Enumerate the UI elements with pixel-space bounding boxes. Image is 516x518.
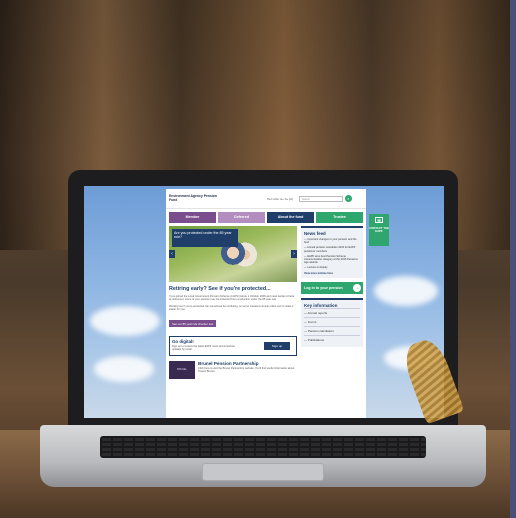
retire-paragraph: If you joined the Local Government Pensi… <box>169 295 295 302</box>
news-item[interactable]: — Important changes to your pension and … <box>304 238 360 244</box>
brunel-logo[interactable]: BRUNEL <box>169 360 196 379</box>
text-size-control[interactable]: Text size: A+ A+ [A] <box>267 197 293 201</box>
hero-carousel[interactable]: Are you protected under the 85 year rule… <box>169 226 297 282</box>
key-info-item[interactable]: — Publications <box>304 334 360 344</box>
cloud <box>94 356 154 382</box>
keyboard <box>100 436 426 458</box>
key-info-item[interactable]: — Forms <box>304 316 360 326</box>
laptop-photo: Environment Agency Pension Fund Text siz… <box>0 0 516 518</box>
site-logo[interactable]: Environment Agency Pension Fund <box>169 194 225 203</box>
main-column: Are you protected under the 85 year rule… <box>169 226 297 379</box>
sign-up-button[interactable]: Sign up <box>264 341 290 350</box>
brunel-text[interactable]: Click here to visit the Brunel Partnersh… <box>198 367 297 373</box>
go-digital-text: Sign up to receive the latest EAPF news … <box>172 344 235 351</box>
contact-tab[interactable]: ✉ CONTACT THE EAPF <box>369 214 389 246</box>
key-info-item[interactable]: — Annual reports <box>304 307 360 317</box>
carousel-next-icon[interactable]: › <box>291 250 297 258</box>
more-articles-link[interactable]: View more articles here <box>304 272 360 275</box>
contact-label: CONTACT THE EAPF <box>369 226 389 234</box>
sidebar: News feed — Important changes to your pe… <box>301 226 363 379</box>
carousel-prev-icon[interactable]: ‹ <box>169 250 175 258</box>
trackpad <box>202 463 324 481</box>
cloud <box>374 276 438 306</box>
retire-heading: Retiring early? See if you're protected.… <box>169 286 271 292</box>
content-columns: Are you protected under the 85 year rule… <box>166 226 366 379</box>
main-nav: Member Deferred About the fund Trustee <box>166 209 366 226</box>
news-feed: News feed — Important changes to your pe… <box>301 226 363 278</box>
envelope-icon: ✉ <box>375 217 383 223</box>
retire-paragraph-2: Working out if you're protected can some… <box>169 304 294 312</box>
go-digital-box: Go digital! Sign up to receive the lates… <box>169 335 297 356</box>
couple-photo <box>217 242 257 278</box>
login-button[interactable]: Log in to your pension → <box>301 281 363 294</box>
nav-about-the-fund[interactable]: About the fund <box>267 212 314 223</box>
key-information: Key information — Annual reports — Forms… <box>301 297 363 347</box>
arrow-right-icon: → <box>353 283 361 292</box>
website-page: Environment Agency Pension Fund Text siz… <box>166 189 366 418</box>
brunel-section: BRUNEL Brunel Pension Partnership Click … <box>169 360 297 379</box>
nav-trustee[interactable]: Trustee <box>316 212 363 223</box>
right-edge-strip <box>510 0 516 518</box>
key-info-item[interactable]: — Pension calculators <box>304 325 360 335</box>
brunel-title: Brunel Pension Partnership <box>198 360 259 366</box>
nav-deferred[interactable]: Deferred <box>218 212 265 223</box>
news-item[interactable]: — Annual pension newsletter 2016 for EAP… <box>304 246 360 252</box>
news-item[interactable]: — Lecture on Equity <box>304 266 360 269</box>
search-icon[interactable]: ⌕ <box>344 195 352 202</box>
search-input[interactable]: Search <box>298 195 343 202</box>
login-label: Log in to your pension <box>304 285 343 290</box>
nav-member[interactable]: Member <box>169 212 216 223</box>
news-feed-title: News feed <box>304 231 326 236</box>
hero-title[interactable]: Are you protected under the 85 year rule… <box>172 229 238 247</box>
site-header: Environment Agency Pension Fund Text siz… <box>166 189 366 209</box>
cloud <box>90 306 160 336</box>
news-item[interactable]: — EAPF wins best Pension Scheme Communic… <box>304 255 360 265</box>
rule-checker-button[interactable]: See our 85 year rule checker tool <box>169 320 217 328</box>
